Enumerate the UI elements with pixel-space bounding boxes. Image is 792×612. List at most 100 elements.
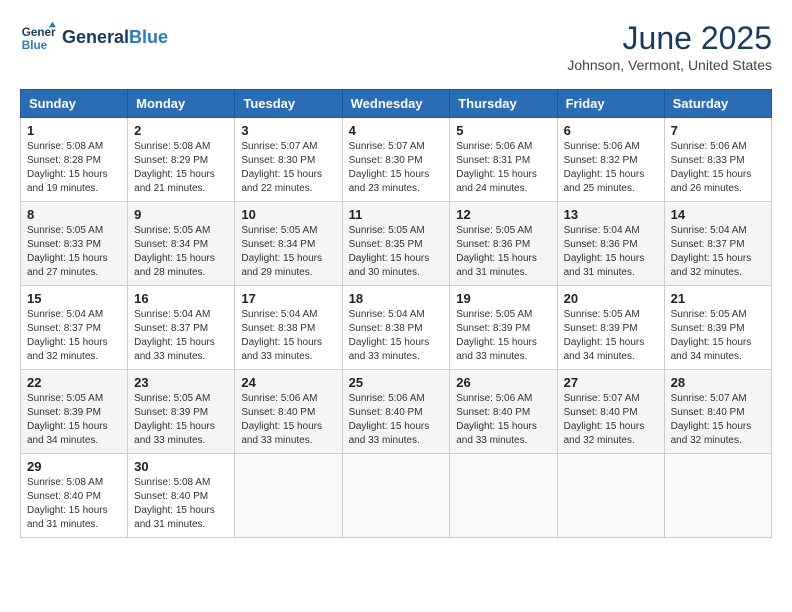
table-row: 1 Sunrise: 5:08 AMSunset: 8:28 PMDaylight…: [21, 118, 128, 202]
logo: General Blue GeneralBlue: [20, 20, 168, 56]
day-number: 5: [456, 123, 550, 138]
week-row-1: 1 Sunrise: 5:08 AMSunset: 8:28 PMDaylight…: [21, 118, 772, 202]
table-row: [342, 454, 450, 538]
table-row: 17Sunrise: 5:04 AMSunset: 8:38 PMDayligh…: [235, 286, 342, 370]
table-row: 14 Sunrise: 5:04 AMSunset: 8:37 PMDayligh…: [664, 202, 771, 286]
day-number: 15: [27, 291, 121, 306]
day-info: Sunrise: 5:08 AMSunset: 8:28 PMDaylight:…: [27, 140, 121, 196]
table-row: 15 Sunrise: 5:04 AMSunset: 8:37 PMDayligh…: [21, 286, 128, 370]
calendar-table: Sunday Monday Tuesday Wednesday Thursday…: [20, 89, 772, 538]
day-info: Sunrise: 5:08 AMSunset: 8:40 PMDaylight:…: [27, 476, 121, 532]
day-info: Sunrise: 5:06 AMSunset: 8:33 PMDaylight:…: [671, 140, 765, 196]
table-row: 16Sunrise: 5:04 AMSunset: 8:37 PMDayligh…: [128, 286, 235, 370]
logo-icon: General Blue: [20, 20, 56, 56]
day-number: 4: [349, 123, 444, 138]
day-info: Sunrise: 5:07 AMSunset: 8:30 PMDaylight:…: [241, 140, 335, 196]
table-row: 18 Sunrise: 5:04 AMSunset: 8:38 PMDayligh…: [342, 286, 450, 370]
day-info: Sunrise: 5:05 AMSunset: 8:39 PMDaylight:…: [134, 392, 228, 448]
day-number: 21: [671, 291, 765, 306]
col-monday: Monday: [128, 90, 235, 118]
table-row: 8 Sunrise: 5:05 AMSunset: 8:33 PMDaylight…: [21, 202, 128, 286]
table-row: 6 Sunrise: 5:06 AMSunset: 8:32 PMDaylight…: [557, 118, 664, 202]
table-row: 20 Sunrise: 5:05 AMSunset: 8:39 PMDayligh…: [557, 286, 664, 370]
table-row: 9 Sunrise: 5:05 AMSunset: 8:34 PMDaylight…: [128, 202, 235, 286]
week-row-3: 15 Sunrise: 5:04 AMSunset: 8:37 PMDayligh…: [21, 286, 772, 370]
day-info: Sunrise: 5:04 AMSunset: 8:38 PMDaylight:…: [241, 308, 335, 364]
day-number: 8: [27, 207, 121, 222]
week-row-5: 29 Sunrise: 5:08 AMSunset: 8:40 PMDayligh…: [21, 454, 772, 538]
day-number: 22: [27, 375, 121, 390]
table-row: 23 Sunrise: 5:05 AMSunset: 8:39 PMDayligh…: [128, 370, 235, 454]
day-info: Sunrise: 5:06 AMSunset: 8:40 PMDaylight:…: [349, 392, 444, 448]
day-number: 30: [134, 459, 228, 474]
day-number: 19: [456, 291, 550, 306]
day-info: Sunrise: 5:08 AMSunset: 8:40 PMDaylight:…: [134, 476, 228, 532]
table-row: 27Sunrise: 5:07 AMSunset: 8:40 PMDayligh…: [557, 370, 664, 454]
day-info: Sunrise: 5:07 AMSunset: 8:40 PMDaylight:…: [671, 392, 765, 448]
day-info: Sunrise: 5:06 AMSunset: 8:40 PMDaylight:…: [241, 392, 335, 448]
table-row: 13Sunrise: 5:04 AMSunset: 8:36 PMDayligh…: [557, 202, 664, 286]
day-number: 20: [564, 291, 658, 306]
day-number: 2: [134, 123, 228, 138]
day-info: Sunrise: 5:06 AMSunset: 8:32 PMDaylight:…: [564, 140, 658, 196]
day-info: Sunrise: 5:05 AMSunset: 8:39 PMDaylight:…: [564, 308, 658, 364]
day-info: Sunrise: 5:04 AMSunset: 8:37 PMDaylight:…: [671, 224, 765, 280]
week-row-4: 22 Sunrise: 5:05 AMSunset: 8:39 PMDayligh…: [21, 370, 772, 454]
logo-name-line1: GeneralBlue: [62, 27, 168, 49]
day-number: 3: [241, 123, 335, 138]
col-tuesday: Tuesday: [235, 90, 342, 118]
table-row: 7Sunrise: 5:06 AMSunset: 8:33 PMDaylight…: [664, 118, 771, 202]
day-number: 29: [27, 459, 121, 474]
day-info: Sunrise: 5:08 AMSunset: 8:29 PMDaylight:…: [134, 140, 228, 196]
calendar-subtitle: Johnson, Vermont, United States: [567, 57, 772, 73]
day-number: 13: [564, 207, 658, 222]
day-info: Sunrise: 5:07 AMSunset: 8:30 PMDaylight:…: [349, 140, 444, 196]
table-row: 25 Sunrise: 5:06 AMSunset: 8:40 PMDayligh…: [342, 370, 450, 454]
table-row: 5Sunrise: 5:06 AMSunset: 8:31 PMDaylight…: [450, 118, 557, 202]
table-row: 4 Sunrise: 5:07 AMSunset: 8:30 PMDaylight…: [342, 118, 450, 202]
day-number: 26: [456, 375, 550, 390]
day-number: 14: [671, 207, 765, 222]
week-row-2: 8 Sunrise: 5:05 AMSunset: 8:33 PMDaylight…: [21, 202, 772, 286]
table-row: [235, 454, 342, 538]
col-saturday: Saturday: [664, 90, 771, 118]
table-row: 22Sunrise: 5:05 AMSunset: 8:39 PMDayligh…: [21, 370, 128, 454]
day-number: 23: [134, 375, 228, 390]
day-info: Sunrise: 5:06 AMSunset: 8:40 PMDaylight:…: [456, 392, 550, 448]
svg-text:Blue: Blue: [22, 39, 48, 52]
col-sunday: Sunday: [21, 90, 128, 118]
table-row: [664, 454, 771, 538]
title-block: June 2025 Johnson, Vermont, United State…: [567, 20, 772, 73]
day-number: 28: [671, 375, 765, 390]
col-friday: Friday: [557, 90, 664, 118]
page-header: General Blue GeneralBlue June 2025 Johns…: [20, 20, 772, 73]
table-row: [450, 454, 557, 538]
col-thursday: Thursday: [450, 90, 557, 118]
day-number: 18: [349, 291, 444, 306]
day-info: Sunrise: 5:05 AMSunset: 8:39 PMDaylight:…: [456, 308, 550, 364]
header-row: Sunday Monday Tuesday Wednesday Thursday…: [21, 90, 772, 118]
day-number: 24: [241, 375, 335, 390]
day-info: Sunrise: 5:04 AMSunset: 8:38 PMDaylight:…: [349, 308, 444, 364]
calendar-title: June 2025: [567, 20, 772, 57]
day-number: 16: [134, 291, 228, 306]
day-info: Sunrise: 5:04 AMSunset: 8:37 PMDaylight:…: [27, 308, 121, 364]
day-info: Sunrise: 5:05 AMSunset: 8:33 PMDaylight:…: [27, 224, 121, 280]
table-row: 3 Sunrise: 5:07 AMSunset: 8:30 PMDaylight…: [235, 118, 342, 202]
table-row: 12Sunrise: 5:05 AMSunset: 8:36 PMDayligh…: [450, 202, 557, 286]
day-number: 11: [349, 207, 444, 222]
col-wednesday: Wednesday: [342, 90, 450, 118]
day-number: 12: [456, 207, 550, 222]
day-info: Sunrise: 5:05 AMSunset: 8:34 PMDaylight:…: [134, 224, 228, 280]
day-number: 25: [349, 375, 444, 390]
table-row: 29 Sunrise: 5:08 AMSunset: 8:40 PMDayligh…: [21, 454, 128, 538]
day-info: Sunrise: 5:05 AMSunset: 8:34 PMDaylight:…: [241, 224, 335, 280]
day-number: 1: [27, 123, 121, 138]
table-row: 26 Sunrise: 5:06 AMSunset: 8:40 PMDayligh…: [450, 370, 557, 454]
day-number: 6: [564, 123, 658, 138]
day-number: 27: [564, 375, 658, 390]
table-row: 28 Sunrise: 5:07 AMSunset: 8:40 PMDayligh…: [664, 370, 771, 454]
day-number: 9: [134, 207, 228, 222]
day-info: Sunrise: 5:05 AMSunset: 8:35 PMDaylight:…: [349, 224, 444, 280]
table-row: 2 Sunrise: 5:08 AMSunset: 8:29 PMDaylight…: [128, 118, 235, 202]
